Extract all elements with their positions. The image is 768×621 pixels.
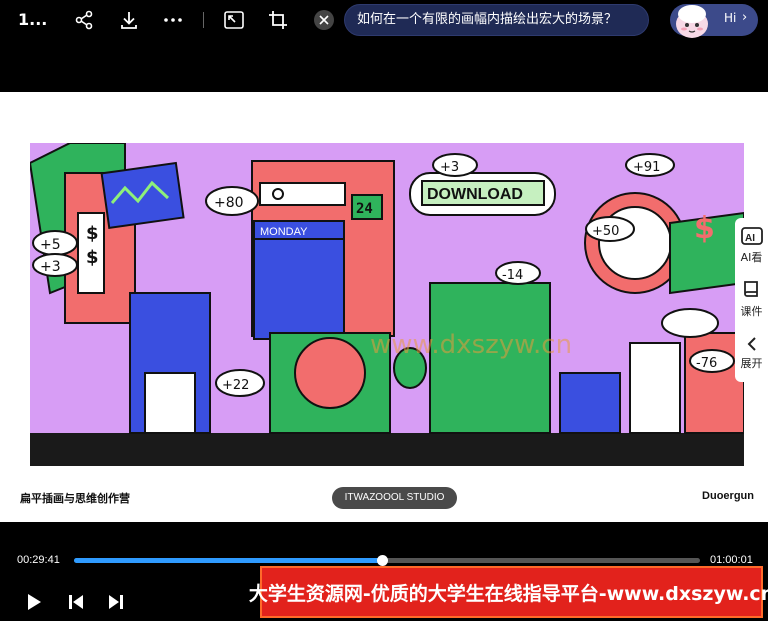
author-caption: Duoergun (702, 490, 754, 502)
download-icon[interactable] (117, 8, 141, 32)
ad-banner[interactable]: 大学生资源网-优质的大学生在线指导平台-www.dxszyw.cn (249, 566, 768, 618)
city-illustration: $ $ +5 +3 24 MONDAY DOWNLOAD +80 +3 +50 … (30, 143, 744, 466)
course-title-caption: 扁平插画与思维创作营 (20, 492, 130, 505)
expand-label: 展开 (740, 357, 763, 370)
video-title[interactable]: 1... (18, 10, 47, 29)
artwork-dollar-2: $ (86, 247, 99, 268)
next-button[interactable] (105, 591, 127, 613)
share-icon[interactable] (72, 8, 96, 32)
svg-text:AI: AI (745, 233, 755, 244)
video-frame[interactable]: $ $ +5 +3 24 MONDAY DOWNLOAD +80 +3 +50 … (0, 92, 768, 522)
bubble-minus-76: -76 (696, 356, 717, 371)
ai-watch-label: AI看 (740, 251, 763, 264)
bubble-plus-5: +5 (40, 237, 61, 253)
chevron-left-icon (747, 337, 756, 351)
picture-in-picture-icon[interactable] (222, 8, 246, 32)
bubble-plus-50: +50 (592, 224, 619, 239)
assistant-button[interactable]: Hi › (670, 4, 758, 38)
toolbar-divider (203, 12, 204, 28)
ai-question-pill[interactable]: 如何在一个有限的画幅内描绘出宏大的场景？ (344, 4, 649, 36)
total-time: 01:00:01 (710, 554, 753, 566)
progress-fill (74, 558, 382, 563)
ai-watch-button[interactable]: AI AI看 (735, 226, 768, 265)
artwork-dollar-1: $ (86, 223, 99, 244)
download-sign-text: DOWNLOAD (427, 186, 523, 203)
calendar-weekday: MONDAY (260, 226, 308, 238)
book-icon (743, 281, 758, 297)
more-icon[interactable] (161, 8, 185, 32)
calendar-day: 24 (356, 201, 373, 217)
previous-button[interactable] (65, 591, 87, 613)
courseware-button[interactable]: 课件 (735, 280, 768, 319)
skip-previous-icon (69, 595, 83, 609)
progress-track[interactable] (74, 555, 700, 566)
bubble-plus-3: +3 (40, 259, 61, 275)
assistant-avatar-icon (676, 5, 708, 38)
crop-icon[interactable] (266, 8, 290, 32)
watermark-text: www.dxszyw.cn (370, 330, 572, 360)
progress-knob[interactable] (376, 555, 388, 566)
side-panel: AI AI看 课件 展开 (735, 218, 768, 382)
illustration-artwork: $ $ +5 +3 24 MONDAY DOWNLOAD +80 +3 +50 … (30, 143, 744, 466)
chevron-right-icon: › (742, 10, 748, 25)
bubble-plus-3-top: +3 (440, 160, 459, 175)
courseware-label: 课件 (740, 305, 763, 318)
elapsed-time: 00:29:41 (17, 554, 60, 566)
expand-button[interactable]: 展开 (735, 336, 768, 371)
top-bar: 1... 如何在一个有限的画幅内描绘出宏大的场景？ Hi › (0, 0, 768, 40)
artwork-dollar-right: $ (694, 211, 715, 246)
studio-caption: ITWAZOOOL STUDIO (332, 487, 457, 509)
close-icon[interactable] (314, 10, 334, 30)
bubble-plus-80: +80 (214, 195, 244, 211)
bubble-minus-14: -14 (502, 268, 523, 283)
skip-next-icon (109, 595, 123, 609)
play-icon (28, 594, 41, 610)
play-button[interactable] (23, 591, 45, 613)
ai-icon: AI (740, 227, 763, 245)
bubble-plus-22: +22 (222, 378, 249, 393)
bubble-plus-91: +91 (633, 160, 660, 175)
assistant-label: Hi (724, 11, 737, 25)
